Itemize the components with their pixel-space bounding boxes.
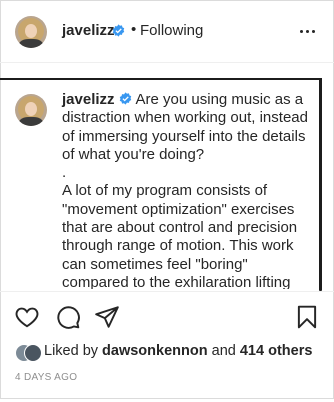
caption-scrollbar[interactable] [319,78,322,291]
separator-dot: • [131,21,137,38]
caption-text: Are you using music as a distraction whe… [62,91,308,289]
post-header: javelizz • Following [0,0,334,63]
liker-avatar [24,344,42,362]
verified-badge-icon [112,24,125,37]
caption-verified-badge-icon [119,92,131,105]
likes-connector: and [211,343,236,359]
first-liker-link[interactable]: dawsonkennon [102,343,208,359]
others-likes-link[interactable]: 414 others [240,343,313,359]
author-username-link[interactable]: javelizz [62,22,115,39]
caption-body: javelizz Are you using music as a distrac… [62,91,316,289]
paper-plane-icon[interactable] [94,304,120,330]
bookmark-icon[interactable] [294,304,320,330]
action-bar: Liked by dawsonkennon and 414 others 4 D… [0,291,334,402]
caption-author-avatar[interactable] [15,94,47,126]
liker-avatars[interactable] [15,342,42,362]
post-timestamp[interactable]: 4 DAYS AGO [15,372,77,383]
following-button[interactable]: Following [140,22,203,39]
likes-text: Liked by dawsonkennon and 414 others [44,343,312,359]
likes-summary: Liked by dawsonkennon and 414 others [15,342,325,362]
more-options-icon[interactable] [298,24,318,38]
author-avatar[interactable] [15,16,47,48]
caption-username-link[interactable]: javelizz [62,91,115,108]
caption-container: javelizz Are you using music as a distrac… [0,80,322,289]
heart-outline-icon[interactable] [14,304,40,330]
likes-prefix: Liked by [44,343,99,359]
comment-bubble-icon[interactable] [55,304,81,330]
